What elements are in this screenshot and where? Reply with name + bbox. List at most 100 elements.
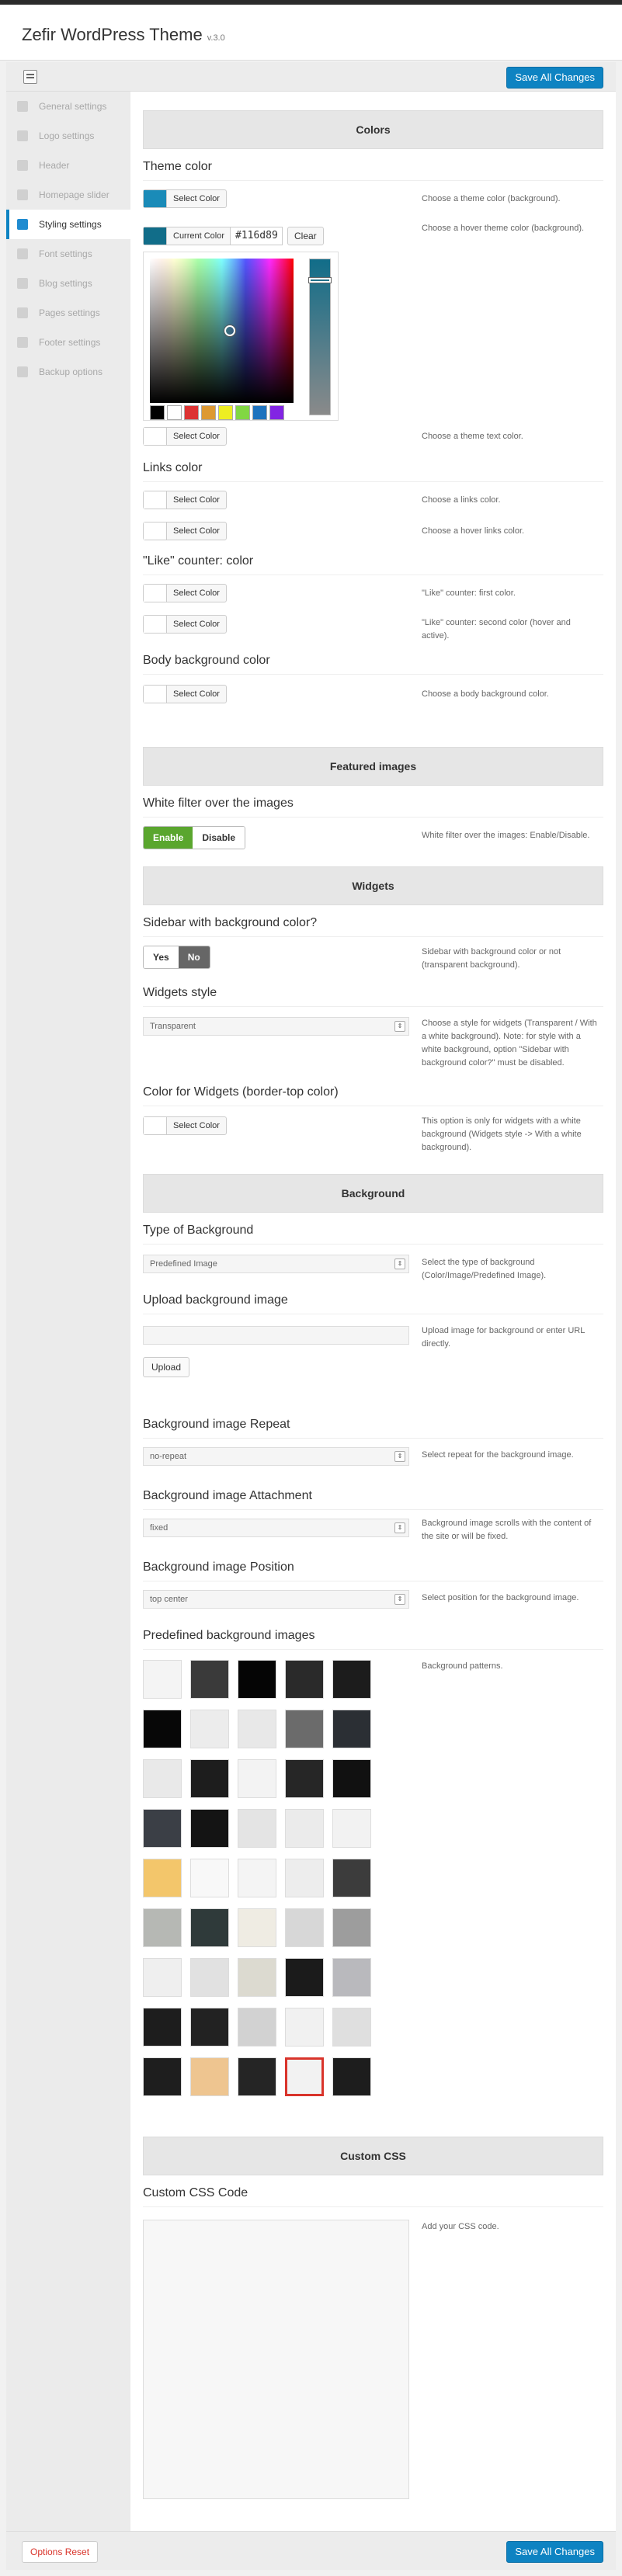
sidebar-item-blog[interactable]: Blog settings [6, 269, 130, 298]
body-bg-color-button[interactable]: Select Color [143, 685, 227, 703]
pattern-thumbnail[interactable] [238, 1908, 276, 1947]
custom-css-textarea[interactable] [143, 2220, 409, 2499]
pattern-thumbnail[interactable] [238, 2008, 276, 2047]
pattern-thumbnail[interactable] [143, 1710, 182, 1748]
hex-input[interactable]: #116d89 [230, 227, 283, 245]
hover-color-button[interactable]: Current Color [143, 227, 232, 245]
pattern-thumbnail[interactable] [238, 1660, 276, 1699]
enable-button[interactable]: Enable [144, 827, 193, 849]
bg-attachment-select[interactable]: fixed ⇕ [143, 1519, 409, 1537]
sidebar-item-general[interactable]: General settings [6, 92, 130, 121]
pattern-thumbnail[interactable] [285, 1710, 324, 1748]
pattern-thumbnail[interactable] [332, 1958, 371, 1997]
pattern-thumbnail[interactable] [190, 1660, 229, 1699]
palette-swatch[interactable] [201, 405, 216, 420]
sidebar-item-footer[interactable]: Footer settings [6, 328, 130, 357]
hue-slider[interactable] [309, 259, 331, 415]
like-first-color-button[interactable]: Select Color [143, 584, 227, 602]
pattern-thumbnail[interactable] [332, 2008, 371, 2047]
palette-swatch[interactable] [184, 405, 199, 420]
pattern-thumbnail[interactable] [285, 1958, 324, 1997]
no-button[interactable]: No [178, 946, 210, 968]
pattern-thumbnail[interactable] [190, 1908, 229, 1947]
pattern-thumbnail[interactable] [190, 1710, 229, 1748]
palette-swatch[interactable] [218, 405, 233, 420]
theme-color-button[interactable]: Select Color [143, 189, 227, 208]
sidebar-item-slider[interactable]: Homepage slider [6, 180, 130, 210]
pattern-thumbnail[interactable] [285, 2008, 324, 2047]
pattern-thumbnail[interactable] [143, 1908, 182, 1947]
bg-position-desc: Select position for the background image… [422, 1593, 579, 1602]
palette-swatch[interactable] [150, 405, 165, 420]
palette-swatch[interactable] [167, 405, 182, 420]
sidebar-item-header[interactable]: Header [6, 151, 130, 180]
bg-url-input[interactable] [143, 1326, 409, 1345]
upload-button[interactable]: Upload [143, 1357, 190, 1377]
links-color-button[interactable]: Select Color [143, 491, 227, 509]
pattern-thumbnail[interactable] [143, 2008, 182, 2047]
pattern-thumbnail[interactable] [285, 1859, 324, 1897]
bg-type-select[interactable]: Predefined Image ⇕ [143, 1255, 409, 1273]
divider [143, 180, 603, 181]
save-all-button-bottom[interactable]: Save All Changes [506, 2541, 603, 2563]
pattern-thumbnail[interactable] [238, 2057, 276, 2096]
pattern-thumbnail[interactable] [190, 2008, 229, 2047]
pattern-thumbnail[interactable] [332, 1660, 371, 1699]
clear-button[interactable]: Clear [287, 227, 324, 245]
color-swatch [144, 522, 167, 540]
hue-handle[interactable] [309, 278, 331, 283]
palette-swatch[interactable] [252, 405, 267, 420]
pattern-thumbnail[interactable] [143, 1660, 182, 1699]
pattern-thumbnail[interactable] [238, 1710, 276, 1748]
widgets-border-color-button[interactable]: Select Color [143, 1116, 227, 1135]
pattern-thumbnail[interactable] [190, 2057, 229, 2096]
pattern-thumbnail[interactable] [190, 1759, 229, 1798]
pattern-thumbnail[interactable] [285, 1759, 324, 1798]
pattern-thumbnail[interactable] [143, 2057, 182, 2096]
widgets-style-select[interactable]: Transparent ⇕ [143, 1017, 409, 1036]
disable-button[interactable]: Disable [193, 827, 245, 849]
links-hover-color-button[interactable]: Select Color [143, 522, 227, 540]
pattern-thumbnail[interactable] [285, 1809, 324, 1848]
pattern-thumbnail[interactable] [285, 1660, 324, 1699]
yes-button[interactable]: Yes [144, 946, 179, 968]
menu-toggle-icon[interactable] [23, 70, 37, 84]
pattern-thumbnail[interactable] [285, 1908, 324, 1947]
sidebar-item-backup[interactable]: Backup options [6, 357, 130, 387]
pattern-thumbnail[interactable] [238, 1958, 276, 1997]
pattern-thumbnail[interactable] [332, 2057, 371, 2096]
picker-handle[interactable] [224, 325, 235, 336]
save-all-button-top[interactable]: Save All Changes [506, 67, 603, 89]
pattern-thumbnail[interactable] [190, 1809, 229, 1848]
pattern-thumbnail[interactable] [143, 1859, 182, 1897]
divider [143, 1509, 603, 1510]
pattern-thumbnail[interactable] [238, 1859, 276, 1897]
pattern-thumbnail[interactable] [332, 1809, 371, 1848]
saturation-area[interactable] [150, 259, 294, 403]
bg-position-select[interactable]: top center ⇕ [143, 1590, 409, 1609]
palette-swatch[interactable] [235, 405, 250, 420]
pattern-thumbnail[interactable] [285, 2057, 324, 2096]
pattern-thumbnail[interactable] [238, 1809, 276, 1848]
pattern-thumbnail[interactable] [238, 1759, 276, 1798]
pattern-thumbnail[interactable] [190, 1958, 229, 1997]
chevron-updown-icon: ⇕ [394, 1451, 405, 1462]
sidebar-item-pages[interactable]: Pages settings [6, 298, 130, 328]
pattern-thumbnail[interactable] [332, 1859, 371, 1897]
bg-repeat-select[interactable]: no-repeat ⇕ [143, 1447, 409, 1466]
pattern-thumbnail[interactable] [332, 1759, 371, 1798]
options-reset-button[interactable]: Options Reset [22, 2541, 99, 2563]
like-second-color-button[interactable]: Select Color [143, 615, 227, 634]
pattern-thumbnail[interactable] [190, 1859, 229, 1897]
sidebar-item-font[interactable]: Font settings [6, 239, 130, 269]
pattern-thumbnail[interactable] [332, 1908, 371, 1947]
pattern-thumbnail[interactable] [143, 1759, 182, 1798]
text-color-button[interactable]: Select Color [143, 427, 227, 446]
pattern-thumbnail[interactable] [143, 1809, 182, 1848]
footer-icon [17, 337, 28, 348]
sidebar-item-logo[interactable]: Logo settings [6, 121, 130, 151]
sidebar-item-styling[interactable]: Styling settings [6, 210, 131, 239]
pattern-thumbnail[interactable] [143, 1958, 182, 1997]
pattern-thumbnail[interactable] [332, 1710, 371, 1748]
palette-swatch[interactable] [269, 405, 284, 420]
